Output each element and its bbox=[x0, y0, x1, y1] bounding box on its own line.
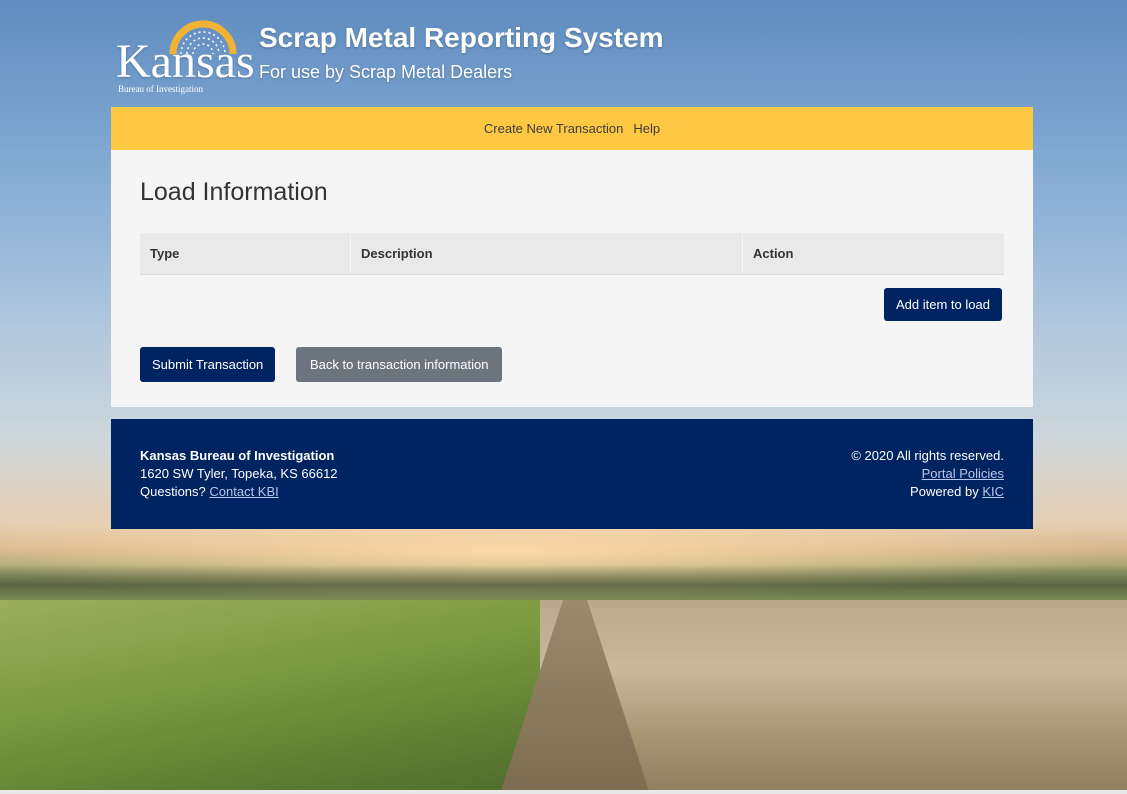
footer-contact-block: Kansas Bureau of Investigation 1620 SW T… bbox=[140, 447, 338, 501]
add-item-to-load-button[interactable]: Add item to load bbox=[884, 288, 1002, 321]
bottom-strip bbox=[0, 790, 1127, 794]
footer-powered-by: Powered by KIC bbox=[851, 483, 1004, 501]
table-header-row: Type Description Action bbox=[140, 233, 1004, 275]
column-header-type: Type bbox=[140, 233, 351, 275]
site-footer: Kansas Bureau of Investigation 1620 SW T… bbox=[111, 419, 1033, 529]
logo-word: Kansas bbox=[116, 35, 255, 88]
background-treeline bbox=[0, 565, 1127, 605]
contact-kbi-link[interactable]: Contact KBI bbox=[209, 484, 278, 499]
back-to-transaction-information-button[interactable]: Back to transaction information bbox=[296, 347, 503, 382]
nav-create-new-transaction[interactable]: Create New Transaction bbox=[484, 121, 623, 136]
submit-transaction-button[interactable]: Submit Transaction bbox=[140, 347, 276, 382]
background-green-field bbox=[0, 600, 560, 794]
page-subtitle: For use by Scrap Metal Dealers bbox=[259, 62, 513, 82]
column-header-action: Action bbox=[742, 233, 1004, 275]
footer-legal-block: © 2020 All rights reserved. Portal Polic… bbox=[851, 447, 1004, 501]
section-heading: Load Information bbox=[140, 178, 328, 206]
footer-questions-label: Questions? bbox=[140, 484, 206, 499]
load-items-table: Type Description Action bbox=[140, 233, 1004, 275]
nav-help[interactable]: Help bbox=[633, 121, 660, 136]
footer-copyright: © 2020 All rights reserved. bbox=[851, 448, 1004, 463]
kic-link[interactable]: KIC bbox=[982, 484, 1004, 499]
kansas-kbi-logo: Kansas Bureau of Investigation bbox=[116, 20, 255, 96]
page-title: Scrap Metal Reporting System bbox=[259, 22, 664, 53]
portal-policies-link[interactable]: Portal Policies bbox=[922, 466, 1004, 481]
footer-address: 1620 SW Tyler, Topeka, KS 66612 bbox=[140, 466, 338, 481]
column-header-description: Description bbox=[350, 233, 743, 275]
footer-powered-label: Powered by bbox=[910, 484, 979, 499]
logo-subtitle: Bureau of Investigation bbox=[118, 84, 203, 94]
footer-org-name: Kansas Bureau of Investigation bbox=[140, 448, 335, 463]
load-information-card: Load Information Type Description Action… bbox=[111, 150, 1033, 407]
nav-bar: Create New Transaction Help bbox=[111, 107, 1033, 150]
site-header: Kansas Bureau of Investigation Scrap Met… bbox=[111, 16, 1031, 106]
footer-questions: Questions? Contact KBI bbox=[140, 483, 338, 501]
